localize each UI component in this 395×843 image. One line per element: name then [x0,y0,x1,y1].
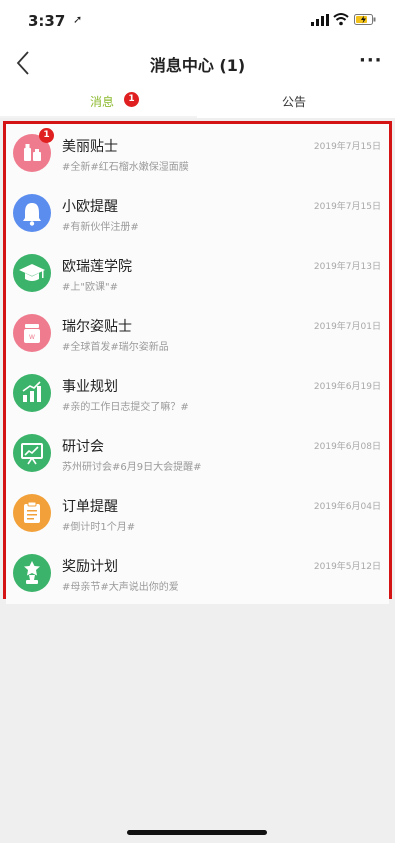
message-subtitle: #母亲节#大声说出你的爱 [62,582,179,593]
tab-messages[interactable]: 消息 1 [0,86,197,118]
graduation-cap-icon [13,254,51,292]
cellular-signal-icon [311,14,329,26]
presentation-board-icon [13,434,51,472]
message-title: 欧瑞莲学院 [62,259,132,275]
message-subtitle: #全新#红石榴水嫩保湿面膜 [62,162,189,173]
tab-messages-badge: 1 [124,92,139,107]
message-title: 奖励计划 [62,559,118,575]
trophy-icon [13,554,51,592]
location-arrow-icon: ➚ [73,13,83,26]
wifi-icon [333,13,349,26]
message-subtitle: #倒计时1个月# [62,522,136,533]
home-indicator [127,830,267,835]
growth-chart-icon [13,374,51,412]
message-date: 2019年6月04日 [313,502,381,512]
message-list: 1 美丽贴士 #全新#红石榴水嫩保湿面膜 2019年7月15日 小欧提醒 #有新… [3,121,392,604]
message-date: 2019年6月08日 [313,442,381,452]
status-bar: 3:37 ➚ [0,0,395,40]
message-date: 2019年7月01日 [313,322,381,332]
navigation-bar: 消息中心 (1) ··· [0,40,395,86]
message-subtitle: #全球首发#瑞尔姿新品 [62,342,169,353]
more-options-button[interactable]: ··· [359,50,383,71]
message-title: 研讨会 [62,439,104,455]
message-subtitle: 苏州研讨会#6月9日大会提醒# [62,462,202,473]
clipboard-icon [13,494,51,532]
svg-text:W: W [29,334,35,341]
message-date: 2019年7月13日 [313,262,381,272]
tab-announcements[interactable]: 公告 [198,86,395,118]
message-title: 小欧提醒 [62,199,118,215]
message-subtitle: #有新伙伴注册# [62,222,139,233]
message-date: 2019年7月15日 [313,142,381,152]
message-title: 美丽贴士 [62,139,118,155]
screen: 3:37 ➚ 消息中心 (1) ··· 消息 1 公告 1 美丽贴士 #全新#红… [0,0,395,843]
page-title: 消息中心 (1) [149,56,246,75]
message-item[interactable]: 研讨会 苏州研讨会#6月9日大会提醒# 2019年6月08日 [6,424,389,485]
message-item[interactable]: W 瑞尔姿贴士 #全球首发#瑞尔姿新品 2019年7月01日 [6,304,389,365]
tab-messages-label: 消息 [90,95,115,109]
message-item[interactable]: 奖励计划 #母亲节#大声说出你的爱 2019年5月12日 [6,544,389,604]
tab-bar: 消息 1 公告 [0,86,395,118]
status-time: 3:37 [28,12,66,30]
message-item[interactable]: 欧瑞莲学院 #上"欧课"# 2019年7月13日 [6,244,389,305]
message-date: 2019年7月15日 [313,202,381,212]
message-item[interactable]: 订单提醒 #倒计时1个月# 2019年6月04日 [6,484,389,545]
message-title: 订单提醒 [62,499,118,515]
battery-icon [354,14,376,25]
bell-icon [13,194,51,232]
cream-jar-icon: W [13,314,51,352]
message-title: 事业规划 [62,379,118,395]
message-date: 2019年5月12日 [313,562,381,572]
message-subtitle: #上"欧课"# [62,282,118,293]
tab-active-indicator [0,116,197,118]
unread-badge: 1 [39,128,54,143]
tab-announcements-label: 公告 [282,95,307,109]
message-subtitle: #亲的工作日志提交了嘛？# [62,402,189,413]
message-item[interactable]: 事业规划 #亲的工作日志提交了嘛？# 2019年6月19日 [6,364,389,425]
message-title: 瑞尔姿贴士 [62,319,132,335]
message-item[interactable]: 小欧提醒 #有新伙伴注册# 2019年7月15日 [6,184,389,245]
message-date: 2019年6月19日 [313,382,381,392]
message-item[interactable]: 1 美丽贴士 #全新#红石榴水嫩保湿面膜 2019年7月15日 [6,124,389,185]
